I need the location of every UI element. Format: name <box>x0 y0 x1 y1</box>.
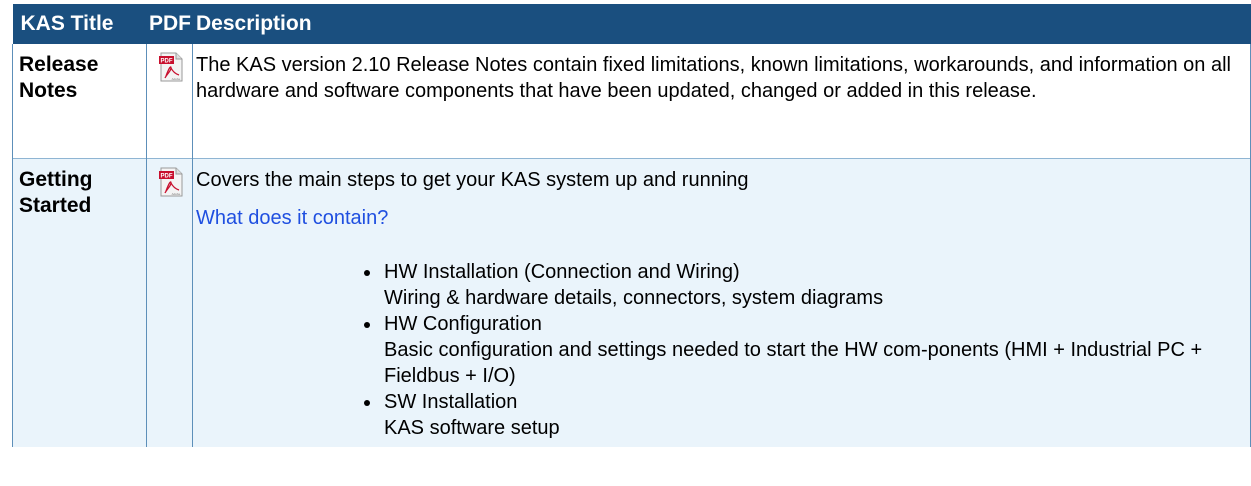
list-item-title: HW Installation (Connection and Wiring) <box>384 261 740 283</box>
what-does-it-contain-link[interactable]: What does it contain? <box>196 205 1240 231</box>
bullet-icon <box>364 270 370 276</box>
header-pdf: PDF <box>146 4 193 44</box>
documentation-table: KAS Title PDF Description Release Notes … <box>12 4 1251 447</box>
pdf-adobe-icon[interactable]: PDF Adobe <box>159 52 183 82</box>
table-row: Getting Started PDF Adobe Covers the mai… <box>12 158 1251 447</box>
list-item-detail: KAS software setup <box>384 417 560 439</box>
pdf-link-cell[interactable]: PDF Adobe <box>146 44 193 159</box>
list-item-title: SW Installation <box>384 391 518 413</box>
row-description-cell: The KAS version 2.10 Release Notes conta… <box>192 44 1251 159</box>
row-description: The KAS version 2.10 Release Notes conta… <box>196 54 1231 102</box>
svg-text:Adobe: Adobe <box>172 192 181 196</box>
row-title-release-notes: Release Notes <box>12 44 147 159</box>
pdf-link-cell[interactable]: PDF Adobe <box>146 158 193 447</box>
contents-list: HW Installation (Connection and Wiring) … <box>196 259 1240 441</box>
svg-text:PDF: PDF <box>161 59 173 65</box>
svg-text:Adobe: Adobe <box>172 77 181 81</box>
header-description: Description <box>192 4 1251 44</box>
bullet-icon <box>364 400 370 406</box>
row-description: Covers the main steps to get your KAS sy… <box>196 169 749 191</box>
pdf-adobe-icon[interactable]: PDF Adobe <box>159 167 183 197</box>
list-item-detail: Wiring & hardware details, connectors, s… <box>384 287 884 309</box>
row-description-cell: Covers the main steps to get your KAS sy… <box>192 158 1251 447</box>
list-item: SW Installation KAS software setup <box>364 389 1240 441</box>
list-item: HW Configuration Basic configuration and… <box>364 311 1240 389</box>
list-item-detail: Basic configuration and settings needed … <box>384 339 1203 387</box>
table-row: Release Notes PDF Adobe The KAS version … <box>12 44 1251 159</box>
row-title-getting-started: Getting Started <box>12 158 147 447</box>
list-item: HW Installation (Connection and Wiring) … <box>364 259 1240 311</box>
list-item-title: HW Configuration <box>384 313 542 335</box>
table-header-row: KAS Title PDF Description <box>12 4 1251 44</box>
svg-text:PDF: PDF <box>161 174 173 180</box>
bullet-icon <box>364 322 370 328</box>
header-kas-title: KAS Title <box>12 4 147 44</box>
